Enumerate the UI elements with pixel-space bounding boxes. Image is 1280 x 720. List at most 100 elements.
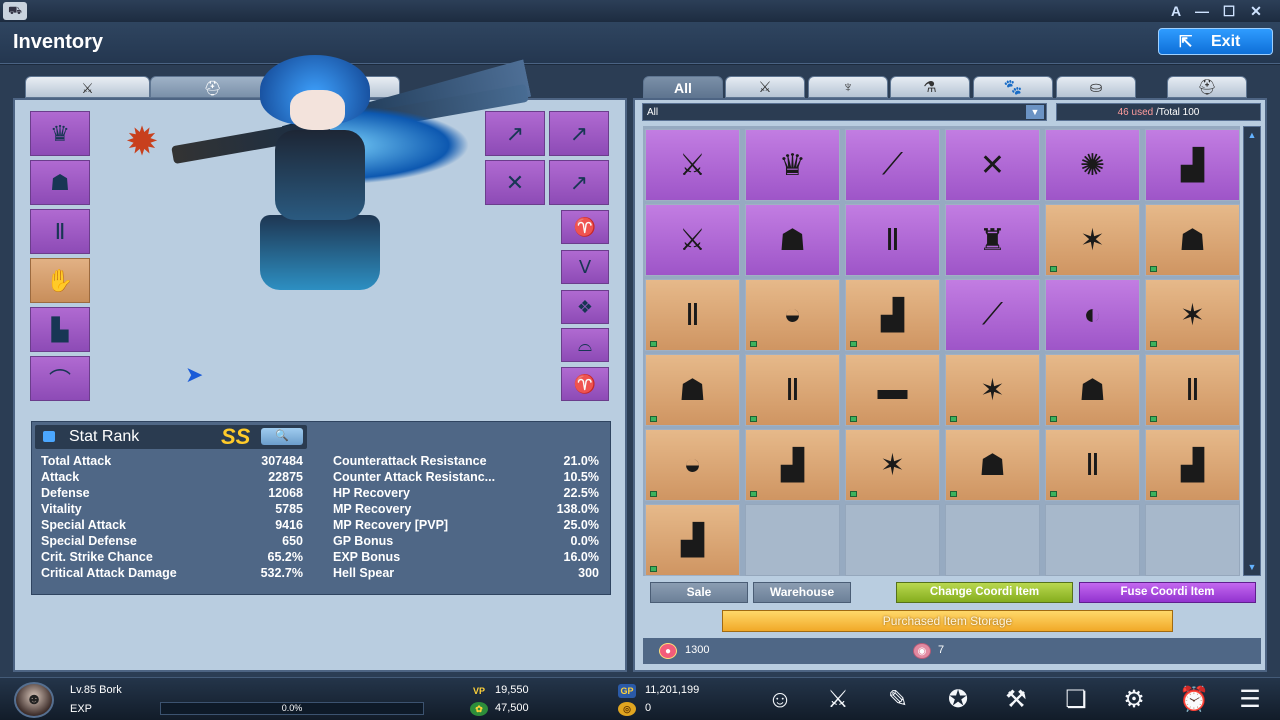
- character-icon[interactable]: ☺: [762, 684, 798, 716]
- hair-icon: ✶: [879, 448, 906, 482]
- item-slot[interactable]: ▟: [845, 279, 940, 351]
- tab-category-1[interactable]: ⚔: [725, 76, 805, 98]
- item-slot[interactable]: Ⅱ: [645, 279, 740, 351]
- item-slot[interactable]: ✶: [1145, 279, 1240, 351]
- accessory-slot-4[interactable]: ⌓: [561, 328, 609, 362]
- gift-icon[interactable]: ✪: [940, 684, 976, 716]
- purchased-storage-button[interactable]: Purchased Item Storage: [722, 610, 1173, 632]
- item-slot[interactable]: ☗: [1045, 354, 1140, 426]
- item-slot[interactable]: ▟: [645, 504, 740, 576]
- equip-slot-hair-icon[interactable]: ♛: [30, 111, 90, 156]
- item-slot[interactable]: Ⅱ: [845, 204, 940, 276]
- chevron-down-icon[interactable]: ▼: [1026, 105, 1044, 119]
- item-grid-scrollbar[interactable]: ▲ ▼: [1243, 126, 1261, 576]
- stat-grade: SS: [221, 424, 251, 449]
- tab-category-5[interactable]: ⛀: [1056, 76, 1136, 98]
- item-slot[interactable]: ♛: [745, 129, 840, 201]
- equip-slot-necklace-icon[interactable]: ⌒: [30, 356, 90, 401]
- weapon-slot-4[interactable]: ↗: [549, 160, 609, 205]
- alarm-icon[interactable]: ⏰: [1176, 684, 1212, 716]
- tab-category-2[interactable]: ♆: [808, 76, 888, 98]
- fuse-coordi-button[interactable]: Fuse Coordi Item: [1079, 582, 1256, 603]
- item-slot[interactable]: Ⅱ: [745, 354, 840, 426]
- tab-category-4[interactable]: 🐾: [973, 76, 1053, 98]
- search-icon: 🔍: [275, 430, 289, 442]
- equip-slot-top-armor-icon[interactable]: ☗: [30, 160, 90, 205]
- item-slot[interactable]: ☗: [945, 429, 1040, 501]
- item-slot[interactable]: ✕: [945, 129, 1040, 201]
- item-slot[interactable]: Ⅱ: [1045, 429, 1140, 501]
- crossed-spears-icon: ✕: [979, 148, 1006, 182]
- skill-icon[interactable]: ⚔: [820, 684, 856, 716]
- exit-button[interactable]: ⇱ Exit: [1158, 28, 1273, 55]
- sale-button[interactable]: Sale: [650, 582, 748, 603]
- stat-search-button[interactable]: 🔍: [261, 428, 303, 445]
- avatar[interactable]: ☻: [14, 682, 54, 718]
- scroll-up-icon[interactable]: ▲: [1246, 129, 1258, 141]
- filter-dropdown[interactable]: All ▼: [642, 103, 1047, 121]
- maximize-button[interactable]: ☐: [1219, 2, 1239, 20]
- boots-icon: ▙: [51, 316, 69, 342]
- coin-value: 0: [645, 702, 652, 714]
- stat-rank-header: Stat Rank SS 🔍: [35, 424, 307, 449]
- menu-icon[interactable]: ☰: [1232, 684, 1268, 716]
- item-slot[interactable]: ✺: [1045, 129, 1140, 201]
- font-size-button[interactable]: A: [1166, 2, 1186, 20]
- accessory-slot-3[interactable]: ❖: [561, 290, 609, 324]
- coordi-mark-icon: [850, 491, 857, 497]
- empty-item-slot[interactable]: [945, 504, 1040, 576]
- change-coordi-button[interactable]: Change Coordi Item: [896, 582, 1073, 603]
- item-slot[interactable]: ♜: [945, 204, 1040, 276]
- stat-row: Special Attack 9416: [41, 518, 303, 534]
- warehouse-button[interactable]: Warehouse: [753, 582, 851, 603]
- item-slot[interactable]: ▬: [845, 354, 940, 426]
- guild-icon[interactable]: ⚙: [1116, 684, 1152, 716]
- tab-all[interactable]: All: [643, 76, 723, 98]
- tab-category-6[interactable]: ⛑: [1167, 76, 1247, 98]
- coordi-mark-icon: [750, 341, 757, 347]
- scroll-down-icon[interactable]: ▼: [1246, 561, 1258, 573]
- equip-slot-pants-icon[interactable]: Ⅱ: [30, 209, 90, 254]
- item-slot[interactable]: ✶: [845, 429, 940, 501]
- accessory-slot-2[interactable]: ᐯ: [561, 250, 609, 284]
- item-slot[interactable]: ✶: [1045, 204, 1140, 276]
- stat-value: 0.0%: [570, 534, 600, 548]
- empty-item-slot[interactable]: [1045, 504, 1140, 576]
- weapon-slot-2[interactable]: ↗: [549, 111, 609, 156]
- item-slot[interactable]: ⟋: [845, 129, 940, 201]
- item-slot[interactable]: ◐: [1045, 279, 1140, 351]
- empty-item-slot[interactable]: [1145, 504, 1240, 576]
- close-window-button[interactable]: ✕: [1246, 2, 1266, 20]
- item-slot[interactable]: Ⅱ: [1145, 354, 1240, 426]
- character-preview[interactable]: [170, 45, 530, 300]
- item-slot[interactable]: ⚔: [645, 129, 740, 201]
- whiskers-icon: ᐯ: [578, 256, 592, 277]
- stat-value: 5785: [275, 502, 303, 516]
- item-slot[interactable]: ⟋: [945, 279, 1040, 351]
- empty-item-slot[interactable]: [845, 504, 940, 576]
- equip-slot-gloves-icon[interactable]: ✋: [30, 258, 90, 303]
- accessory-slot-5[interactable]: ♈: [561, 367, 609, 401]
- item-slot[interactable]: ▟: [745, 429, 840, 501]
- item-slot[interactable]: ☗: [645, 354, 740, 426]
- accessory-slot-1[interactable]: ♈: [561, 210, 609, 244]
- tab-weapons[interactable]: ⚔: [25, 76, 150, 98]
- item-slot[interactable]: ✶: [945, 354, 1040, 426]
- item-slot[interactable]: ☗: [1145, 204, 1240, 276]
- shoes-icon: ▟: [880, 298, 905, 332]
- equip-slot-boots-icon[interactable]: ▙: [30, 307, 90, 352]
- item-slot[interactable]: ⚔: [645, 204, 740, 276]
- item-slot[interactable]: ◒: [645, 429, 740, 501]
- item-slot[interactable]: ▟: [1145, 429, 1240, 501]
- item-slot[interactable]: ◒: [745, 279, 840, 351]
- empty-item-slot[interactable]: [745, 504, 840, 576]
- forge-icon[interactable]: ⚒: [998, 684, 1034, 716]
- mission-icon[interactable]: ✎: [880, 684, 916, 716]
- item-slot[interactable]: ▟: [1145, 129, 1240, 201]
- gp-value: 11,201,199: [645, 684, 700, 696]
- tab-category-3[interactable]: ⚗: [890, 76, 970, 98]
- item-slot[interactable]: ☗: [745, 204, 840, 276]
- minimize-button[interactable]: —: [1192, 2, 1212, 20]
- book-icon[interactable]: ❏: [1058, 684, 1094, 716]
- horns-icon: ♈: [573, 373, 597, 394]
